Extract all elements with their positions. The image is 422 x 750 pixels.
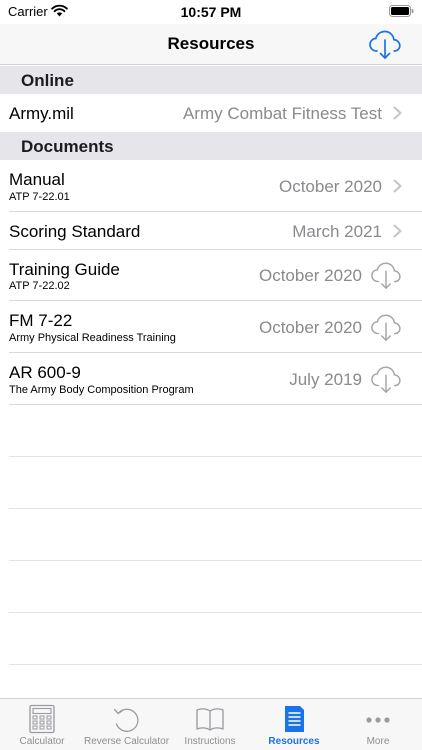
row-title: Army.mil (9, 104, 74, 123)
cloud-download-icon[interactable] (368, 27, 402, 61)
more-dots-icon (366, 717, 390, 723)
status-time: 10:57 PM (180, 4, 242, 20)
tab-label: Instructions (184, 736, 236, 747)
row-subtitle: The Army Body Composition Program (9, 384, 194, 396)
battery-icon (389, 5, 414, 17)
row-subtitle: ATP 7-22.02 (9, 280, 70, 292)
empty-row-separator (9, 508, 422, 509)
section-header-documents: Documents (0, 132, 422, 160)
section-header-label: Online (21, 71, 74, 90)
status-bar: Carrier 10:57 PM (0, 0, 422, 24)
row-title: Manual (9, 170, 65, 189)
row-scoring-standard[interactable]: Scoring Standard March 2021 (0, 212, 422, 250)
book-icon (196, 708, 224, 731)
reverse-arrow-icon (113, 708, 139, 732)
chevron-right-icon (393, 106, 402, 120)
tab-label: Calculator (19, 736, 65, 747)
tab-label: More (366, 736, 390, 747)
row-value: October 2020 (258, 266, 362, 285)
chevron-right-icon (393, 179, 402, 193)
empty-row-separator (9, 456, 422, 457)
section-header-label: Documents (21, 137, 114, 156)
row-ar-600-9[interactable]: AR 600-9 The Army Body Composition Progr… (0, 353, 422, 405)
calculator-icon (29, 704, 55, 734)
tab-more[interactable]: More (336, 699, 420, 750)
cloud-download-icon[interactable] (370, 311, 402, 343)
tab-reverse-calculator[interactable]: Reverse Calculator (84, 699, 170, 750)
navigation-bar: Resources (0, 24, 422, 65)
empty-row-separator (9, 560, 422, 561)
row-value: March 2021 (292, 222, 382, 241)
row-value: October 2020 (258, 318, 362, 337)
tab-instructions[interactable]: Instructions (168, 699, 252, 750)
row-army-mil[interactable]: Army.mil Army Combat Fitness Test (0, 94, 422, 132)
empty-row-separator (9, 612, 422, 613)
row-title: Scoring Standard (9, 222, 141, 241)
tab-label: Reverse Calculator (84, 736, 170, 747)
row-title: FM 7-22 (9, 311, 73, 330)
document-icon (285, 706, 304, 732)
row-value: July 2019 (289, 370, 362, 389)
section-header-online: Online (0, 66, 422, 94)
row-title: AR 600-9 (9, 363, 81, 382)
row-subtitle: ATP 7-22.01 (9, 191, 70, 203)
chevron-right-icon (393, 224, 402, 238)
empty-row-separator (9, 664, 422, 665)
row-fm-7-22[interactable]: FM 7-22 Army Physical Readiness Training… (0, 301, 422, 353)
cloud-download-icon[interactable] (370, 363, 402, 395)
cloud-download-icon[interactable] (370, 259, 402, 291)
row-training-guide[interactable]: Training Guide ATP 7-22.02 October 2020 (0, 250, 422, 301)
row-title: Training Guide (9, 260, 120, 279)
row-manual[interactable]: Manual ATP 7-22.01 October 2020 (0, 160, 422, 212)
row-value: October 2020 (278, 177, 382, 196)
tab-resources[interactable]: Resources (252, 699, 336, 750)
tab-bar: Calculator Reverse Calculator Instructio… (0, 698, 422, 750)
row-value: Army Combat Fitness Test (182, 104, 382, 123)
row-subtitle: Army Physical Readiness Training (9, 332, 176, 344)
tab-label: Resources (268, 736, 320, 747)
page-title: Resources (167, 34, 255, 53)
tab-calculator[interactable]: Calculator (0, 699, 84, 750)
row-separator (9, 404, 422, 405)
